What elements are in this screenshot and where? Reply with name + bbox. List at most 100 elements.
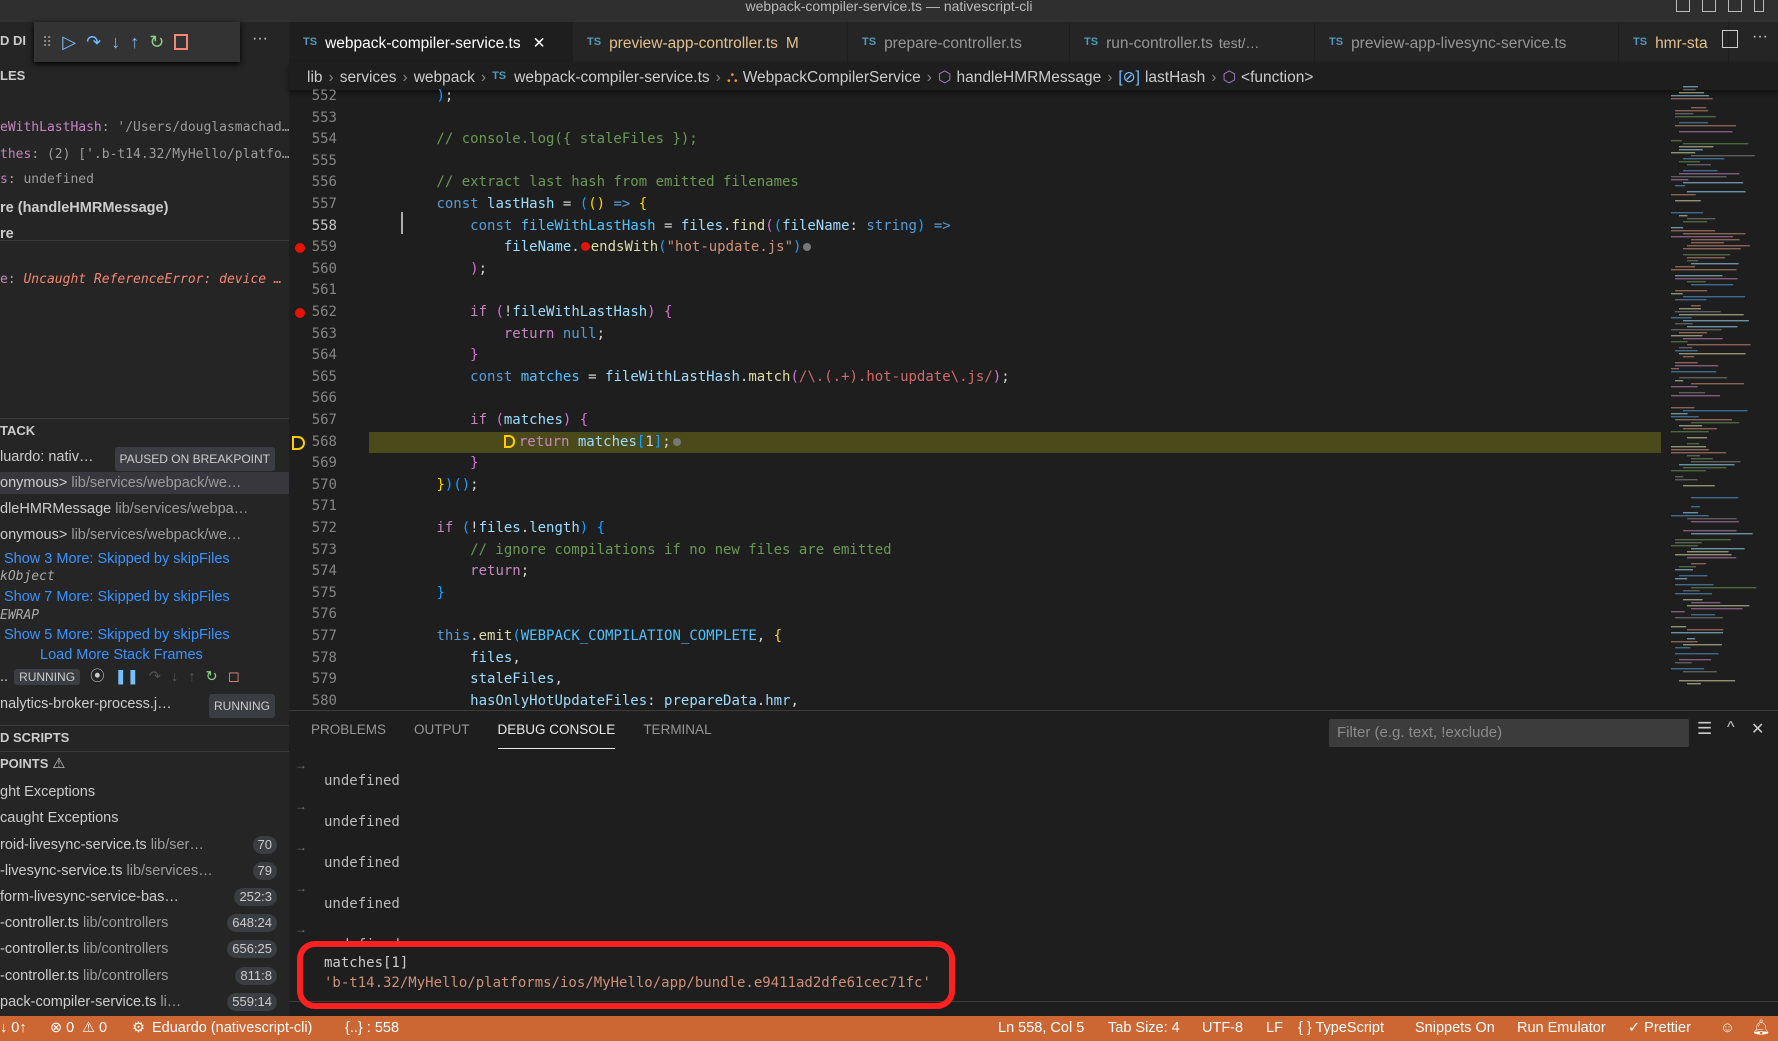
show-more-link[interactable]: Show 3 More: Skipped by skipFiles bbox=[4, 551, 230, 567]
split-editor-icon[interactable] bbox=[1722, 30, 1738, 48]
code-line[interactable]: 570 })(); bbox=[289, 475, 1661, 497]
code-editor[interactable]: 552 ); 553 554 // console.log({ staleFiles… bbox=[289, 86, 1661, 710]
run-emulator[interactable]: Run Emulator bbox=[1517, 1016, 1606, 1041]
breadcrumb-item[interactable]: ⬡ handleHMRMessage bbox=[938, 69, 1101, 86]
callstack-item[interactable]: onymous> lib/services/webpack/we… bbox=[0, 524, 289, 546]
step-into-icon[interactable]: ↓ bbox=[111, 32, 120, 53]
code-line[interactable]: 573 // ignore compilations if no new fil… bbox=[289, 540, 1661, 562]
code-line[interactable]: 574 return; bbox=[289, 561, 1661, 583]
code-line[interactable]: 555 bbox=[289, 151, 1661, 173]
code-line[interactable]: 580 hasOnlyHotUpdateFiles: prepareData.h… bbox=[289, 691, 1661, 710]
step-out-icon[interactable]: ↑ bbox=[188, 669, 195, 685]
code-line[interactable]: 565 const matches = fileWithLastHash.mat… bbox=[289, 367, 1661, 389]
callstack-item[interactable]: kObject bbox=[0, 566, 289, 588]
breakpoint-item[interactable]: caught Exceptions bbox=[0, 807, 289, 829]
variable-item[interactable]: thes: (2) ['.b-t14.32/MyHello/platfo… bbox=[0, 144, 289, 166]
show-more-link[interactable]: Show 7 More: Skipped by skipFiles bbox=[4, 589, 230, 605]
tab-webpack-compiler-service-ts[interactable]: TS webpack-compiler-service.ts ✕ bbox=[289, 22, 573, 62]
breadcrumb-item[interactable]: lib bbox=[307, 69, 323, 86]
show-more-link[interactable]: Show 5 More: Skipped by skipFiles bbox=[4, 627, 230, 643]
layout-panel-icon[interactable] bbox=[1702, 0, 1716, 12]
tab-problems[interactable]: PROBLEMS bbox=[311, 711, 386, 749]
breakpoint-item[interactable]: ght Exceptions bbox=[0, 781, 289, 803]
breadcrumb-item[interactable]: webpack bbox=[414, 69, 475, 86]
tab-run-controller-ts[interactable]: TS run-controller.ts test/… bbox=[1070, 22, 1315, 62]
console-filter-input[interactable]: Filter (e.g. text, !exclude) bbox=[1329, 719, 1689, 747]
callstack-header[interactable]: TACK bbox=[0, 420, 289, 442]
close-icon[interactable]: ✕ bbox=[533, 35, 546, 52]
callstack-item[interactable]: .. RUNNING ⦿ ❚❚ ↷ ↓ ↑ ↻ ◻ bbox=[0, 666, 289, 688]
layout-customize-icon[interactable] bbox=[1754, 0, 1764, 12]
code-line[interactable]: 561 bbox=[289, 280, 1661, 302]
breadcrumb-item[interactable]: services bbox=[340, 69, 397, 86]
stop-icon[interactable] bbox=[174, 34, 189, 50]
variable-item[interactable]: re bbox=[0, 223, 289, 245]
callstack-item[interactable]: Show 5 More: Skipped by skipFiles bbox=[0, 624, 289, 646]
prettier-status[interactable]: ✓ Prettier bbox=[1628, 1016, 1691, 1041]
tab-preview-app-livesync-service-ts[interactable]: TS preview-app-livesync-service.ts bbox=[1315, 22, 1619, 62]
code-line[interactable]: 569 } bbox=[289, 453, 1661, 475]
code-line[interactable]: 572 if (!files.length) { bbox=[289, 518, 1661, 540]
code-line[interactable]: 579 staleFiles, bbox=[289, 669, 1661, 691]
code-line[interactable]: 558 const fileWithLastHash = files.find(… bbox=[289, 216, 1661, 238]
breadcrumb-item[interactable]: [⊘] lastHash bbox=[1118, 69, 1205, 86]
variables-header[interactable]: LES bbox=[0, 65, 289, 87]
code-line[interactable]: 575 } bbox=[289, 583, 1661, 605]
restart-icon[interactable]: ↻ bbox=[149, 32, 164, 53]
tab-debug-console[interactable]: DEBUG CONSOLE bbox=[497, 711, 616, 749]
focus-icon[interactable]: ⦿ bbox=[90, 669, 105, 685]
breadcrumb-item[interactable]: ⬡ <function> bbox=[1222, 69, 1313, 86]
breakpoint-item[interactable]: pack-compiler-service.ts li… 559:14 bbox=[0, 991, 289, 1013]
sync-status[interactable]: ↓ 0↑ bbox=[0, 1016, 27, 1041]
callstack-item[interactable]: Load More Stack Frames bbox=[0, 644, 289, 666]
layout-sidebar-icon[interactable] bbox=[1676, 0, 1690, 12]
notifications-bell-icon[interactable]: 🔔︎ bbox=[1752, 1016, 1770, 1041]
continue-icon[interactable]: ▷ bbox=[62, 32, 76, 53]
watch-item[interactable]: e: Uncaught ReferenceError: device … bbox=[0, 269, 289, 291]
warnings-count[interactable]: ⚠ 0 bbox=[82, 1016, 107, 1041]
tab-hmr-sta[interactable]: TS hmr-sta bbox=[1619, 22, 1729, 62]
maximize-panel-icon[interactable]: ^ bbox=[1727, 719, 1735, 737]
code-line[interactable]: 567 if (matches) { bbox=[289, 410, 1661, 432]
scope-indicator[interactable]: {..} : 558 bbox=[345, 1016, 399, 1041]
code-line[interactable]: 571 bbox=[289, 496, 1661, 518]
code-line[interactable]: 568 return matches[1]; bbox=[289, 431, 1661, 454]
code-line[interactable]: 566 bbox=[289, 388, 1661, 410]
more-icon[interactable]: ··· bbox=[252, 30, 268, 48]
inline-breakpoint-hint-icon[interactable] bbox=[803, 243, 812, 252]
callstack-item[interactable]: onymous> lib/services/webpack/we… bbox=[0, 472, 289, 494]
step-over-icon[interactable]: ↷ bbox=[86, 32, 101, 53]
eol[interactable]: LF bbox=[1266, 1016, 1283, 1041]
feedback-icon[interactable]: ☺ bbox=[1720, 1016, 1735, 1041]
callstack-item[interactable]: nalytics-broker-process.j… RUNNING bbox=[0, 693, 289, 718]
drag-handle-icon[interactable]: ⠿ bbox=[42, 34, 52, 51]
code-line[interactable]: 554 // console.log({ staleFiles }); bbox=[289, 129, 1661, 151]
loaded-scripts-header[interactable]: D SCRIPTS bbox=[0, 727, 289, 749]
code-line[interactable]: 563 return null; bbox=[289, 324, 1661, 346]
breakpoint-icon[interactable] bbox=[295, 308, 305, 318]
paused-breakpoint-icon[interactable] bbox=[292, 435, 305, 450]
tab-output[interactable]: OUTPUT bbox=[414, 711, 470, 749]
code-line[interactable]: 577 this.emit(WEBPACK_COMPILATION_COMPLE… bbox=[289, 626, 1661, 648]
more-actions-icon[interactable]: ··· bbox=[1752, 28, 1768, 46]
restart-icon[interactable]: ↻ bbox=[206, 669, 218, 685]
step-over-icon[interactable]: ↷ bbox=[149, 669, 161, 685]
cursor-position[interactable]: Ln 558, Col 5 bbox=[998, 1016, 1084, 1041]
breakpoints-header[interactable]: POINTS ⚠ bbox=[0, 753, 289, 775]
variable-item[interactable]: eWithLastHash: '/Users/douglasmachad… bbox=[0, 117, 289, 139]
breakpoint-item[interactable]: roid-livesync-service.ts lib/ser… 70 bbox=[0, 834, 289, 856]
callstack-item[interactable]: luardo: nativ… PAUSED ON BREAKPOINT bbox=[0, 446, 289, 471]
code-line[interactable]: 564 } bbox=[289, 345, 1661, 367]
language-mode[interactable]: { } TypeScript bbox=[1298, 1016, 1384, 1041]
snippets-status[interactable]: Snippets On bbox=[1415, 1016, 1495, 1041]
stop-icon[interactable]: ◻ bbox=[228, 669, 240, 685]
callstack-item[interactable]: dleHMRMessage lib/services/webpa… bbox=[0, 498, 289, 520]
tab-terminal[interactable]: TERMINAL bbox=[643, 711, 711, 749]
tab-preview-app-controller-ts[interactable]: TS preview-app-controller.ts M bbox=[573, 22, 848, 62]
breadcrumb-item[interactable]: TS webpack-compiler-service.ts bbox=[492, 69, 710, 86]
code-line[interactable]: 559 fileName. endsWith("hot-update.js") bbox=[289, 237, 1661, 259]
clear-console-icon[interactable]: ☰ bbox=[1697, 719, 1712, 739]
inline-breakpoint-icon[interactable] bbox=[580, 242, 590, 252]
variable-item[interactable]: s: undefined bbox=[0, 169, 289, 191]
code-line[interactable]: 557 const lastHash = (() => { bbox=[289, 194, 1661, 216]
